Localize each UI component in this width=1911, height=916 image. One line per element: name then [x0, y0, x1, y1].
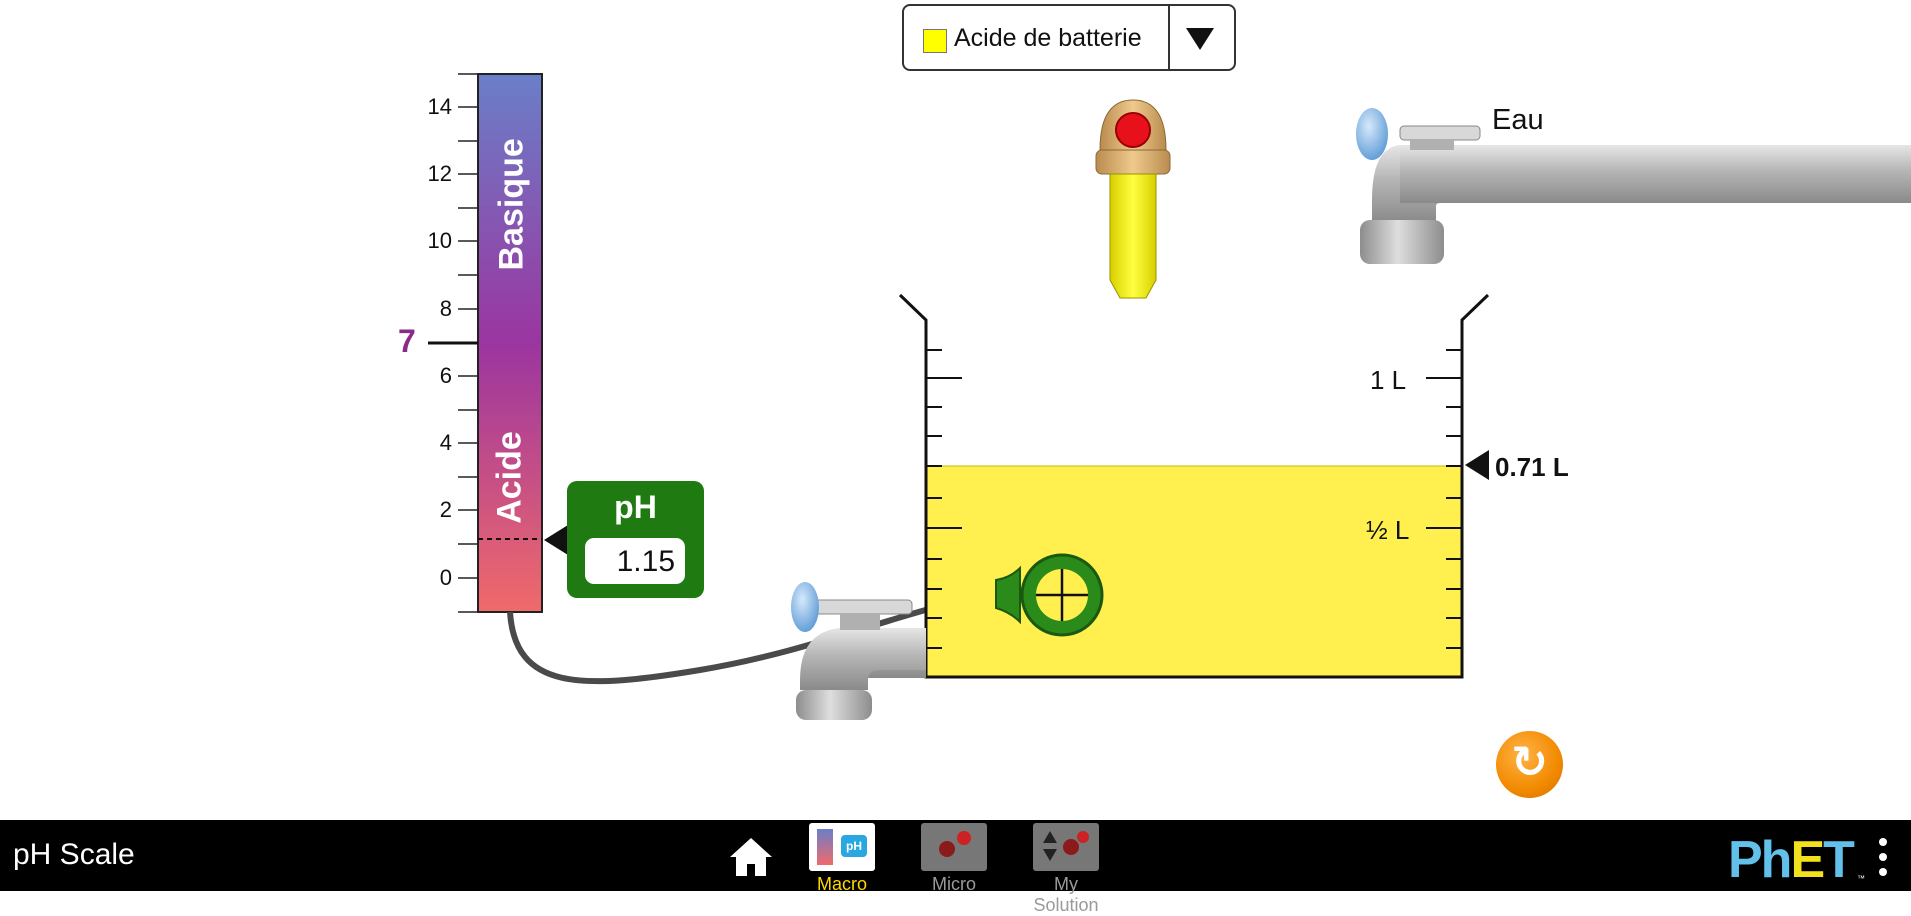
drain-faucet-icon[interactable]	[791, 582, 926, 720]
beaker-liquid	[926, 466, 1462, 677]
phet-logo[interactable]: PhET	[1728, 830, 1855, 890]
home-icon[interactable]	[727, 835, 775, 879]
sim-title: pH Scale	[13, 838, 135, 871]
screen-button-micro[interactable]: Micro	[909, 823, 999, 894]
screen-label-my-solution: My Solution	[1033, 874, 1099, 915]
ph-meter-title: pH	[614, 489, 657, 525]
ph-tick-label: 12	[427, 161, 452, 186]
reset-all-button[interactable]: ↻	[1496, 731, 1563, 798]
phet-menu-icon[interactable]	[1878, 838, 1888, 878]
basic-region-label: Basique	[492, 138, 531, 271]
ph-value-display: 1.15	[585, 538, 685, 584]
water-faucet-icon[interactable]	[1356, 108, 1911, 264]
screen-button-my-solution[interactable]: My Solution	[1021, 823, 1111, 915]
reset-icon: ↻	[1511, 738, 1548, 787]
beaker-mark-1l: 1 L	[1370, 365, 1407, 395]
ph-value: 1.15	[616, 545, 675, 578]
volume-readout: 0.71 L	[1495, 452, 1569, 482]
navigation-bar: pH Scale pH Macro Micro My Solution PhET…	[0, 820, 1911, 915]
ph-tick-label: 4	[439, 430, 452, 455]
neutral-ph-label: 7	[398, 323, 416, 359]
dropper-icon[interactable]	[1095, 99, 1171, 299]
ph-tick-label: 2	[439, 497, 452, 522]
ph-tick-label: 6	[439, 363, 452, 388]
screen-button-macro[interactable]: pH Macro	[797, 823, 887, 894]
beaker-mark-half: ½ L	[1366, 515, 1410, 545]
ph-tick-label: 0	[439, 565, 452, 590]
micro-screen-icon	[921, 823, 987, 871]
water-faucet-label: Eau	[1492, 104, 1544, 136]
phet-trademark: ™	[1857, 874, 1865, 883]
acidic-region-label: Acide	[490, 431, 529, 524]
ph-tick-label: 8	[439, 296, 452, 321]
ph-meter: pH 1.15	[567, 481, 704, 598]
my-solution-screen-icon	[1033, 823, 1099, 871]
ph-tick-label: 10	[427, 228, 452, 253]
ph-pointer-icon	[544, 525, 568, 555]
sim-scene	[428, 73, 1911, 720]
macro-screen-icon: pH	[809, 823, 875, 871]
ph-tick-label: 14	[427, 94, 452, 119]
volume-pointer-icon	[1465, 450, 1489, 480]
screen-label-micro: Micro	[932, 874, 976, 894]
screen-label-macro: Macro	[816, 874, 867, 894]
